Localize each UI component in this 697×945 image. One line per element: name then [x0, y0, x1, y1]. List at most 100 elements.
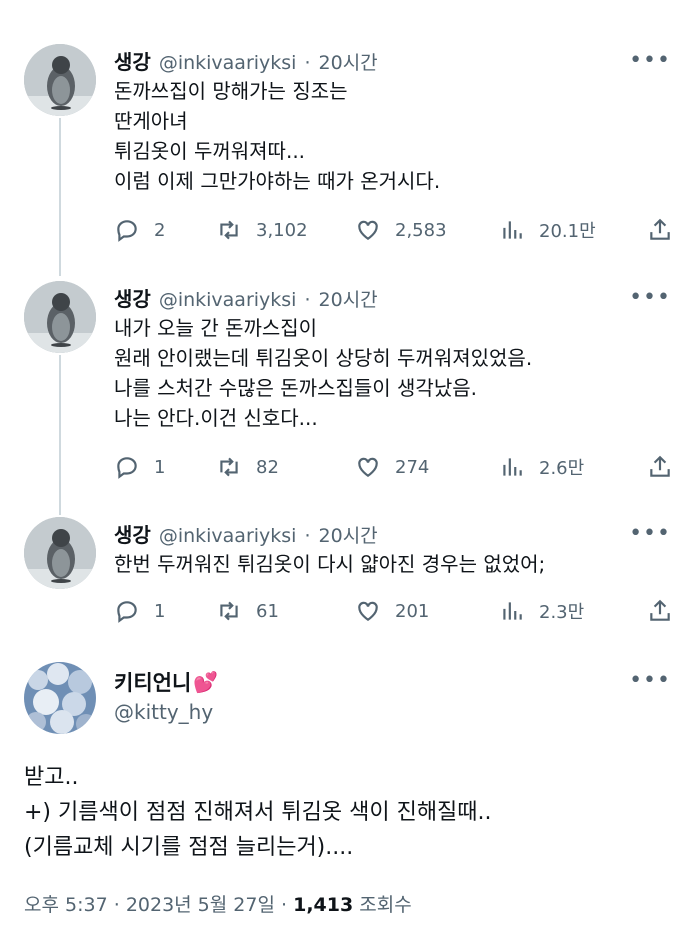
views-icon [503, 221, 522, 239]
tweet-line: 나를 스처간 수많은 돈까스집들이 생각났음. [114, 376, 477, 400]
reply-button[interactable]: 2 [114, 217, 165, 243]
thread-tweet[interactable]: 생강 @inkivaariyksi · 20시간 ••• 한번 두꺼워진 튀김옷… [0, 517, 697, 637]
retweet-button[interactable]: 82 [216, 454, 279, 480]
avatar[interactable] [24, 281, 96, 353]
reply-icon [117, 220, 137, 242]
share-button[interactable] [647, 217, 673, 243]
views-button[interactable]: 2.3만 [499, 598, 584, 624]
views-button[interactable]: 2.6만 [499, 454, 584, 480]
avatar[interactable] [24, 662, 96, 734]
views-icon [503, 458, 522, 476]
retweet-icon [220, 220, 238, 240]
avatar[interactable] [24, 44, 96, 116]
share-icon [650, 455, 670, 477]
like-button[interactable]: 274 [355, 454, 429, 480]
tweet-actions: 1 61 201 2.3만 [114, 596, 674, 626]
tweet-line: 돈까쓰집이 망해가는 징조는 [114, 79, 348, 103]
retweet-count: 61 [256, 600, 279, 622]
reply-button[interactable]: 1 [114, 454, 165, 480]
share-icon [650, 218, 670, 240]
tweet-line: 나는 안다.이건 신호다... [114, 406, 318, 430]
tweet-header: 생강 @inkivaariyksi · 20시간 [114, 283, 378, 312]
tweet-header: 생강 @inkivaariyksi · 20시간 [114, 46, 378, 75]
tweet-line: 내가 오늘 간 돈까스집이 [114, 316, 318, 340]
reply-icon [117, 457, 137, 479]
more-icon[interactable]: ••• [629, 523, 671, 545]
separator: · [281, 894, 288, 916]
tweet-actions: 1 82 274 2.6만 [114, 452, 674, 482]
like-button[interactable]: 2,583 [355, 217, 447, 243]
post-date[interactable]: 2023년 5월 27일 [126, 894, 275, 916]
more-icon[interactable]: ••• [629, 287, 671, 309]
timestamp[interactable]: 20시간 [319, 521, 378, 548]
retweet-button[interactable]: 61 [216, 598, 279, 624]
share-button[interactable] [647, 598, 673, 624]
like-count: 274 [395, 456, 430, 478]
user-handle[interactable]: @inkivaariyksi [159, 525, 297, 547]
separator: · [113, 894, 120, 916]
like-count: 2,583 [395, 219, 447, 241]
tweet-text: 한번 두꺼워진 튀김옷이 다시 얇아진 경우는 없었어; [114, 549, 545, 579]
views-label: 조회수 [359, 894, 412, 916]
share-button[interactable] [647, 454, 673, 480]
penguin-avatar-image [24, 517, 96, 589]
reply-button[interactable]: 1 [114, 598, 165, 624]
view-count: 2.6만 [539, 458, 585, 479]
retweet-count: 82 [256, 456, 279, 478]
reply-icon [117, 601, 137, 623]
retweet-icon [220, 601, 238, 621]
heart-icon [358, 220, 378, 240]
like-count: 201 [395, 600, 430, 622]
retweet-count: 3,102 [256, 219, 308, 241]
tweet-line: 튀김옷이 두꺼워져따... [114, 139, 306, 163]
tweet-line: +) 기름색이 점점 진해져서 튀김옷 색이 진해질때.. [24, 800, 492, 825]
tweet-meta: 오후 5:37 · 2023년 5월 27일 · 1,413 조회수 [24, 890, 412, 917]
penguin-avatar-image [24, 281, 96, 353]
display-name[interactable]: 생강 [114, 519, 151, 548]
heart-icon [358, 601, 378, 621]
tweet-actions: 2 3,102 2,583 20.1만 [114, 215, 674, 245]
tweet-line: 딴게아녀 [114, 109, 188, 133]
timestamp[interactable]: 20시간 [319, 285, 378, 312]
tweet-header: 생강 @inkivaariyksi · 20시간 [114, 519, 378, 548]
snow-avatar-image [24, 662, 96, 734]
tweet-text: 받고.. +) 기름색이 점점 진해져서 튀김옷 색이 진해질때.. (기름교체… [24, 760, 492, 865]
reply-count: 1 [154, 600, 166, 622]
thread-tweet[interactable]: 생강 @inkivaariyksi · 20시간 ••• 돈까쓰집이 망해가는 … [0, 44, 697, 254]
tweet-line: 이럼 이제 그만가야하는 때가 온거시다. [114, 169, 441, 193]
more-icon[interactable]: ••• [629, 50, 671, 72]
tweet-line: 원래 안이랬는데 튀김옷이 상당히 두꺼워져있었음. [114, 346, 533, 370]
display-name-text: 키티언니 [114, 671, 192, 695]
avatar[interactable] [24, 517, 96, 589]
tweet-line: (기름교체 시기를 점점 늘리는거).... [24, 835, 354, 860]
views-icon [503, 602, 522, 620]
timestamp[interactable]: 20시간 [319, 48, 378, 75]
thread-tweet[interactable]: 생강 @inkivaariyksi · 20시간 ••• 내가 오늘 간 돈까스… [0, 281, 697, 491]
penguin-avatar-image [24, 44, 96, 116]
display-name[interactable]: 생강 [114, 46, 151, 75]
retweet-button[interactable]: 3,102 [216, 217, 308, 243]
user-handle[interactable]: @kitty_hy [114, 700, 213, 724]
share-icon [650, 599, 670, 621]
user-handle[interactable]: @inkivaariyksi [159, 289, 297, 311]
separator: · [304, 52, 311, 74]
like-button[interactable]: 201 [355, 598, 429, 624]
user-handle[interactable]: @inkivaariyksi [159, 52, 297, 74]
separator: · [304, 289, 311, 311]
heart-emoji-icon: 💕 [193, 670, 219, 694]
tweet-line: 받고.. [24, 765, 79, 790]
more-icon[interactable]: ••• [629, 668, 671, 693]
heart-icon [358, 457, 378, 477]
view-count: 1,413 [293, 894, 354, 916]
reply-count: 1 [154, 456, 166, 478]
display-name[interactable]: 생강 [114, 283, 151, 312]
tweet-line: 한번 두꺼워진 튀김옷이 다시 얇아진 경우는 없었어; [114, 552, 546, 576]
tweet-text: 돈까쓰집이 망해가는 징조는 딴게아녀 튀김옷이 두꺼워져따... 이럼 이제 … [114, 76, 440, 196]
separator: · [304, 525, 311, 547]
retweet-icon [220, 457, 238, 477]
view-count: 20.1만 [539, 221, 596, 242]
views-button[interactable]: 20.1만 [499, 217, 596, 243]
display-name[interactable]: 키티언니 💕 [114, 667, 218, 697]
reply-count: 2 [154, 219, 166, 241]
post-time[interactable]: 오후 5:37 [24, 894, 108, 916]
